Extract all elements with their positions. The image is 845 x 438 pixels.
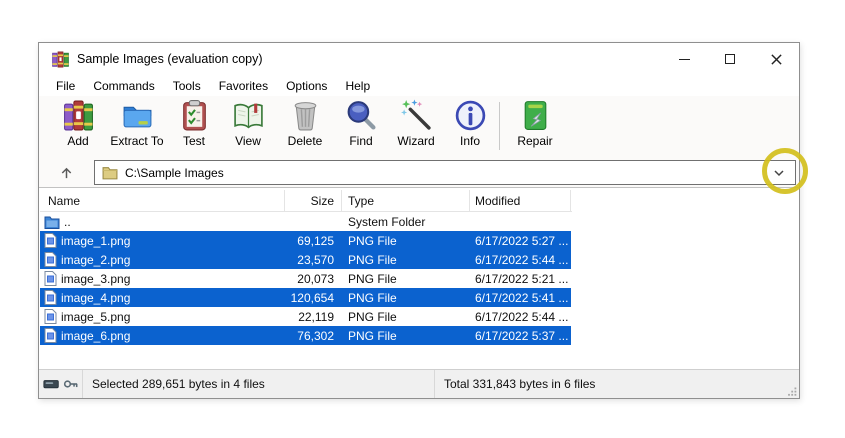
- menu-tools[interactable]: Tools: [164, 77, 210, 95]
- find-label: Find: [349, 134, 373, 148]
- repair-icon: [524, 101, 546, 130]
- view-label: View: [235, 134, 261, 148]
- png-file-icon: [44, 328, 57, 343]
- info-label: Info: [459, 134, 480, 148]
- file-row-image-2[interactable]: image_2.png 23,570 PNG File 6/17/2022 5:…: [40, 250, 571, 269]
- find-magnifier-icon: [347, 101, 376, 130]
- status-selected-info: Selected 289,651 bytes in 4 files: [83, 370, 435, 398]
- up-folder-icon: [44, 216, 60, 229]
- extract-to-button[interactable]: Extract To: [107, 99, 167, 155]
- resize-grip[interactable]: [788, 387, 797, 396]
- up-arrow-icon: [61, 167, 71, 179]
- view-button[interactable]: View: [221, 99, 275, 155]
- repair-button[interactable]: Repair: [504, 99, 566, 155]
- delete-label: Delete: [287, 134, 323, 148]
- png-file-icon: [44, 309, 57, 324]
- maximize-icon: [725, 54, 735, 64]
- delete-button[interactable]: Delete: [275, 99, 335, 155]
- chevron-down-icon: [774, 170, 784, 177]
- winrar-window: Sample Images (evaluation copy) File Com…: [38, 42, 800, 399]
- png-file-icon: [44, 290, 57, 305]
- desktop-canvas: Sample Images (evaluation copy) File Com…: [0, 0, 845, 438]
- key-icon: [63, 380, 77, 388]
- add-archive-icon: [63, 100, 93, 131]
- status-icons: [39, 370, 83, 398]
- menu-bar: File Commands Tools Favorites Options He…: [39, 75, 799, 96]
- wizard-button[interactable]: Wizard: [387, 99, 445, 155]
- address-path-field[interactable]: C:\Sample Images: [94, 160, 796, 185]
- close-icon: [770, 53, 782, 65]
- test-button[interactable]: Test: [167, 99, 221, 155]
- wizard-wand-icon: [400, 99, 431, 130]
- info-button[interactable]: Info: [445, 99, 495, 155]
- address-bar: C:\Sample Images: [39, 158, 799, 188]
- file-row-image-6[interactable]: image_6.png 76,302 PNG File 6/17/2022 5:…: [40, 326, 571, 345]
- menu-favorites[interactable]: Favorites: [210, 77, 277, 95]
- png-file-icon: [44, 271, 57, 286]
- minimize-button[interactable]: [661, 43, 707, 75]
- minimize-icon: [678, 58, 690, 60]
- parent-directory-row[interactable]: .. System Folder: [40, 212, 571, 231]
- toolbar-separator: [499, 102, 500, 150]
- extract-folder-icon: [123, 106, 151, 128]
- file-row-image-4[interactable]: image_4.png 120,654 PNG File 6/17/2022 5…: [40, 288, 571, 307]
- parent-name-cell: ..: [40, 212, 285, 231]
- menu-file[interactable]: File: [47, 77, 84, 95]
- add-button[interactable]: Add: [49, 99, 107, 155]
- column-header-name[interactable]: Name: [40, 190, 285, 211]
- file-row-image-3[interactable]: image_3.png 20,073 PNG File 6/17/2022 5:…: [40, 269, 571, 288]
- toolbar: Add Extract To Test View Delete Find Wiz…: [39, 96, 799, 158]
- maximize-button[interactable]: [707, 43, 753, 75]
- address-path-text: C:\Sample Images: [125, 165, 224, 180]
- menu-commands[interactable]: Commands: [84, 77, 163, 95]
- add-label: Add: [67, 134, 89, 148]
- address-dropdown-button[interactable]: [767, 165, 791, 182]
- repair-label: Repair: [517, 134, 553, 148]
- disk-icon: [42, 380, 59, 389]
- extract-to-label: Extract To: [110, 134, 164, 148]
- menu-help[interactable]: Help: [336, 77, 379, 95]
- file-row-image-1[interactable]: image_1.png 69,125 PNG File 6/17/2022 5:…: [40, 231, 571, 250]
- test-clipboard-icon: [182, 100, 206, 131]
- column-header-size[interactable]: Size: [285, 190, 342, 211]
- status-total-panel: Total 331,843 bytes in 6 files: [435, 370, 799, 398]
- menu-options[interactable]: Options: [277, 77, 336, 95]
- file-list: Name Size Type Modified .. System Folder: [40, 190, 798, 369]
- delete-trash-icon: [294, 102, 316, 131]
- column-header-modified[interactable]: Modified: [470, 190, 571, 211]
- up-directory-button[interactable]: [49, 161, 83, 185]
- close-button[interactable]: [753, 43, 799, 75]
- file-row-image-5[interactable]: image_5.png 22,119 PNG File 6/17/2022 5:…: [40, 307, 571, 326]
- view-book-icon: [233, 103, 263, 129]
- status-total-info: Total 331,843 bytes in 6 files: [444, 377, 596, 391]
- list-header: Name Size Type Modified: [40, 190, 572, 212]
- png-file-icon: [44, 233, 57, 248]
- test-label: Test: [182, 134, 205, 148]
- window-title: Sample Images (evaluation copy): [77, 52, 263, 66]
- winrar-app-icon: [52, 51, 69, 67]
- column-header-type[interactable]: Type: [342, 190, 470, 211]
- find-button[interactable]: Find: [335, 99, 387, 155]
- png-file-icon: [44, 252, 57, 267]
- folder-icon: [102, 166, 118, 179]
- caption-buttons: [661, 43, 799, 75]
- title-bar[interactable]: Sample Images (evaluation copy): [39, 43, 799, 75]
- parent-type-cell: System Folder: [348, 214, 426, 229]
- wizard-label: Wizard: [397, 134, 435, 148]
- info-icon: [455, 100, 485, 131]
- status-bar: Selected 289,651 bytes in 4 files Total …: [39, 369, 799, 398]
